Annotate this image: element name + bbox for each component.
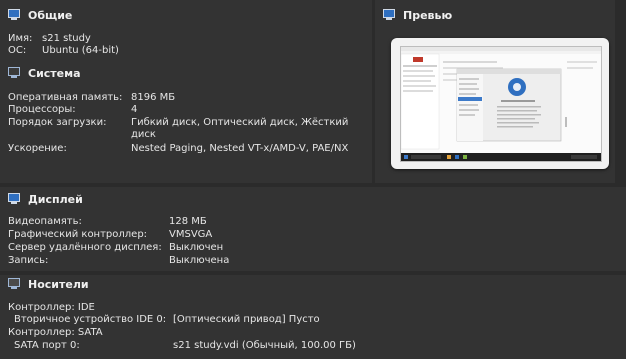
row-key: Порядок загрузки:	[8, 117, 107, 128]
monitor-icon	[8, 9, 22, 21]
display-section-title: Дисплей	[28, 192, 83, 206]
row-value: VMSVGA	[169, 229, 213, 240]
monitor-icon	[383, 9, 397, 21]
chip-icon	[8, 67, 22, 79]
system-row-cpus: Процессоры: 4	[8, 104, 137, 116]
row-key: Оперативная память:	[8, 92, 123, 103]
system-section-header[interactable]: Система	[8, 64, 81, 82]
row-value: 128 МБ	[169, 216, 207, 227]
display-row-remote-server: Сервер удалённого дисплея: Выключен	[8, 242, 223, 254]
row-value: Выключена	[169, 255, 230, 266]
storage-row-ide-secondary: Вторичное устройство IDE 0: [Оптический …	[14, 314, 320, 326]
disk-icon	[8, 278, 22, 290]
row-key: SATA порт 0:	[14, 340, 80, 351]
row-value: 4	[131, 104, 138, 115]
storage-section-header[interactable]: Носители	[8, 275, 89, 293]
row-key: Процессоры:	[8, 104, 76, 115]
display-section-header[interactable]: Дисплей	[8, 190, 83, 208]
general-row-os: ОС: Ubuntu (64-bit)	[8, 45, 119, 57]
system-row-acceleration: Ускорение: Nested Paging, Nested VT-x/AM…	[8, 143, 348, 155]
row-value: 8196 МБ	[131, 92, 176, 103]
row-value: Выключен	[169, 242, 224, 253]
general-row-name: Имя: s21 study	[8, 33, 91, 45]
general-section-title: Общие	[28, 8, 73, 22]
general-section-header[interactable]: Общие	[8, 6, 72, 24]
row-value: Ubuntu (64-bit)	[42, 45, 119, 56]
row-key: Контроллер: IDE	[8, 302, 95, 313]
system-row-boot-order-cont: диск	[131, 129, 156, 141]
row-key: Видеопамять:	[8, 216, 82, 227]
row-value: Гибкий диск, Оптический диск, Жёсткий	[131, 117, 349, 128]
vm-screen	[400, 46, 602, 162]
vm-screenshot-image	[401, 47, 601, 161]
display-row-graphics-controller: Графический контроллер: VMSVGA	[8, 229, 212, 241]
display-row-video-memory: Видеопамять: 128 МБ	[8, 216, 207, 228]
storage-row-sata-port: SATA порт 0: s21 study.vdi (Обычный, 100…	[14, 340, 356, 352]
storage-row-sata-controller: Контроллер: SATA	[8, 327, 103, 339]
system-section-title: Система	[28, 66, 81, 80]
row-key: Ускорение:	[8, 143, 67, 154]
preview-section-header[interactable]: Превью	[383, 6, 452, 24]
display-row-recording: Запись: Выключена	[8, 255, 229, 267]
preview-thumbnail[interactable]	[391, 38, 609, 169]
storage-row-ide-controller: Контроллер: IDE	[8, 302, 95, 314]
preview-section-title: Превью	[403, 8, 453, 22]
row-key: Графический контроллер:	[8, 229, 148, 240]
row-value: [Оптический привод] Пусто	[173, 314, 320, 325]
row-value: s21 study	[42, 33, 91, 44]
row-key: Сервер удалённого дисплея:	[8, 242, 162, 253]
monitor-icon	[8, 193, 22, 205]
row-value: диск	[131, 129, 156, 140]
row-key: Контроллер: SATA	[8, 327, 103, 338]
row-key: Вторичное устройство IDE 0:	[14, 314, 167, 325]
row-key: Запись:	[8, 255, 49, 266]
system-row-memory: Оперативная память: 8196 МБ	[8, 92, 175, 104]
system-row-boot-order: Порядок загрузки: Гибкий диск, Оптически…	[8, 117, 348, 129]
row-value: s21 study.vdi (Обычный, 100.00 ГБ)	[173, 340, 356, 351]
row-value: Nested Paging, Nested VT-x/AMD-V, PAE/NX	[131, 143, 349, 154]
storage-section-title: Носители	[28, 277, 89, 291]
row-key: ОС:	[8, 45, 27, 56]
row-key: Имя:	[8, 33, 33, 44]
